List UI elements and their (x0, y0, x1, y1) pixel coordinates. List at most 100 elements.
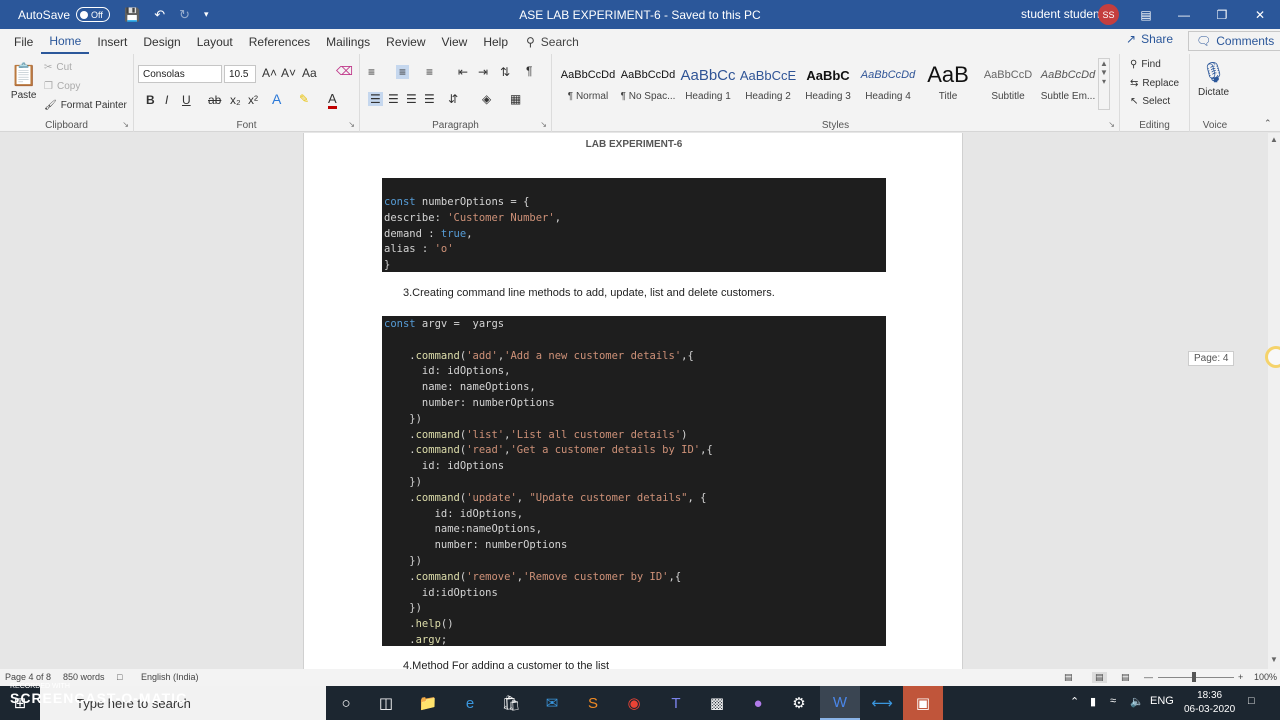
scroll-down-icon[interactable]: ▼ (1270, 655, 1278, 664)
search-box[interactable]: ⚲ Search (526, 35, 579, 49)
dialog-launcher-icon[interactable]: ↘ (540, 120, 547, 129)
language-status[interactable]: English (India) (141, 672, 199, 682)
find-button[interactable]: ⚲ Find (1130, 59, 1161, 70)
read-mode-icon[interactable]: ▤ (1064, 672, 1073, 683)
numbering-icon[interactable]: ≡ (396, 65, 410, 79)
input-language[interactable]: ENG (1150, 695, 1174, 707)
zoom-slider[interactable] (1158, 677, 1234, 678)
web-layout-icon[interactable]: ▤ (1121, 672, 1130, 683)
font-name-select[interactable]: Consolas (138, 65, 222, 83)
store-icon[interactable]: 🛍 (491, 686, 531, 720)
scroll-up-icon[interactable]: ▲ (1270, 135, 1278, 144)
clock[interactable]: 18:36 06-03-2020 (1184, 689, 1235, 717)
undo-icon[interactable]: ↶ (154, 7, 165, 23)
style-heading-1[interactable]: AaBbCc Heading 1 (678, 62, 738, 103)
justify-icon[interactable]: ☰ (424, 92, 435, 106)
style-no-spacing[interactable]: AaBbCcDd ¶ No Spac... (618, 62, 678, 102)
superscript-icon[interactable]: x² (248, 93, 258, 107)
tab-file[interactable]: File (6, 29, 41, 54)
app-icon[interactable]: ⚙ (779, 686, 819, 720)
shading-icon[interactable]: ◈ (482, 92, 491, 106)
word-icon[interactable]: W (820, 686, 860, 720)
italic-icon[interactable]: I (165, 93, 168, 107)
tab-home[interactable]: Home (41, 29, 90, 54)
select-button[interactable]: ↖ Select (1130, 96, 1170, 107)
minimize-icon[interactable]: — (1165, 0, 1203, 29)
cortana-icon[interactable]: ○ (326, 686, 366, 720)
code-block-1[interactable]: const numberOptions = { describe: 'Custo… (382, 178, 886, 272)
tab-insert[interactable]: Insert (89, 29, 135, 54)
style-subtitle[interactable]: AaBbCcD Subtitle (978, 62, 1038, 102)
increase-indent-icon[interactable]: ⇥ (478, 65, 488, 79)
edge-icon[interactable]: e (450, 686, 490, 720)
tab-layout[interactable]: Layout (189, 29, 241, 54)
comments-button[interactable]: 🗨 Comments (1188, 31, 1280, 51)
avatar[interactable]: SS (1098, 4, 1119, 25)
clear-formatting-icon[interactable]: ⌫ (336, 64, 353, 78)
font-size-select[interactable]: 10.5 (224, 65, 256, 83)
battery-icon[interactable]: ▮ (1090, 695, 1096, 708)
styles-gallery-scroll[interactable]: ▲ ▼ ▾ (1098, 58, 1110, 110)
dialog-launcher-icon[interactable]: ↘ (348, 120, 355, 129)
highlight-icon[interactable]: ✎ (299, 92, 309, 106)
dialog-launcher-icon[interactable]: ↘ (122, 120, 129, 129)
document-page[interactable]: LAB EXPERIMENT-6 const numberOptions = {… (303, 133, 963, 669)
notifications-icon[interactable]: □ (1248, 695, 1255, 707)
save-icon[interactable]: 💾 (124, 7, 140, 23)
tab-help[interactable]: Help (475, 29, 516, 54)
file-explorer-icon[interactable]: 📁 (408, 686, 448, 720)
tab-view[interactable]: View (434, 29, 476, 54)
style-title[interactable]: AaB Title (918, 62, 978, 102)
sort-icon[interactable]: ⇅ (500, 65, 510, 79)
proofing-icon[interactable]: □ (117, 672, 122, 682)
zoom-level[interactable]: 100% (1254, 672, 1277, 682)
terminal-icon[interactable]: ▩ (697, 686, 737, 720)
style-heading-4[interactable]: AaBbCcDd Heading 4 (858, 62, 918, 102)
grow-font-icon[interactable]: A˄ (262, 66, 277, 80)
dictate-button[interactable]: 🎙 Dictate (1198, 60, 1229, 98)
replace-button[interactable]: ⇆ Replace (1130, 78, 1179, 89)
screencast-icon[interactable]: ▣ (903, 686, 943, 720)
share-button[interactable]: ↗ Share (1126, 32, 1173, 46)
dialog-launcher-icon[interactable]: ↘ (1108, 120, 1115, 129)
copy-button[interactable]: ❐ Copy (44, 81, 80, 92)
customize-toolbar-icon[interactable]: ▾ (204, 9, 209, 20)
borders-icon[interactable]: ▦ (510, 92, 521, 106)
decrease-indent-icon[interactable]: ⇤ (458, 65, 468, 79)
maximize-icon[interactable]: ❐ (1203, 0, 1241, 29)
zoom-slider-thumb[interactable] (1192, 672, 1196, 682)
zoom-in-icon[interactable]: + (1238, 672, 1243, 682)
ribbon-display-options-icon[interactable]: ▤ (1127, 0, 1165, 29)
mail-icon[interactable]: ✉ (532, 686, 572, 720)
wifi-icon[interactable]: ≈ (1110, 695, 1116, 707)
github-icon[interactable]: ● (738, 686, 778, 720)
style-heading-2[interactable]: AaBbCcE Heading 2 (738, 62, 798, 103)
multilevel-list-icon[interactable]: ≡ (426, 65, 433, 79)
tray-chevron-icon[interactable]: ⌃ (1070, 695, 1079, 708)
subscript-icon[interactable]: x₂ (230, 93, 241, 107)
vertical-scrollbar[interactable]: ▲ ▼ (1268, 133, 1280, 669)
align-right-icon[interactable]: ☰ (406, 92, 417, 106)
format-painter-button[interactable]: 🖌 Format Painter (44, 100, 127, 111)
tab-references[interactable]: References (241, 29, 318, 54)
show-formatting-marks-icon[interactable]: ¶ (526, 64, 532, 78)
style-subtle-emphasis[interactable]: AaBbCcDd Subtle Em... (1038, 62, 1098, 102)
style-heading-3[interactable]: AaBbC Heading 3 (798, 62, 858, 103)
tab-review[interactable]: Review (378, 29, 433, 54)
redo-icon[interactable]: ↻ (179, 7, 190, 23)
autosave-switch[interactable]: Off (76, 7, 111, 22)
style-normal[interactable]: AaBbCcDd ¶ Normal (558, 62, 618, 102)
chrome-icon[interactable]: ◉ (614, 686, 654, 720)
strikethrough-icon[interactable]: ab (208, 93, 221, 107)
change-case-icon[interactable]: Aa (302, 66, 317, 80)
bullets-icon[interactable]: ≡ (368, 65, 375, 79)
align-left-icon[interactable]: ☰ (368, 92, 383, 106)
code-block-2[interactable]: const argv = yargs .command('add','Add a… (382, 316, 886, 646)
align-center-icon[interactable]: ☰ (388, 92, 399, 106)
autosave-toggle[interactable]: AutoSave Off (18, 7, 111, 22)
sublime-icon[interactable]: S (573, 686, 613, 720)
print-layout-icon[interactable]: ▤ (1092, 672, 1107, 683)
collapse-ribbon-icon[interactable]: ⌃ (1264, 118, 1272, 129)
close-icon[interactable]: ✕ (1241, 0, 1279, 29)
tab-design[interactable]: Design (135, 29, 188, 54)
